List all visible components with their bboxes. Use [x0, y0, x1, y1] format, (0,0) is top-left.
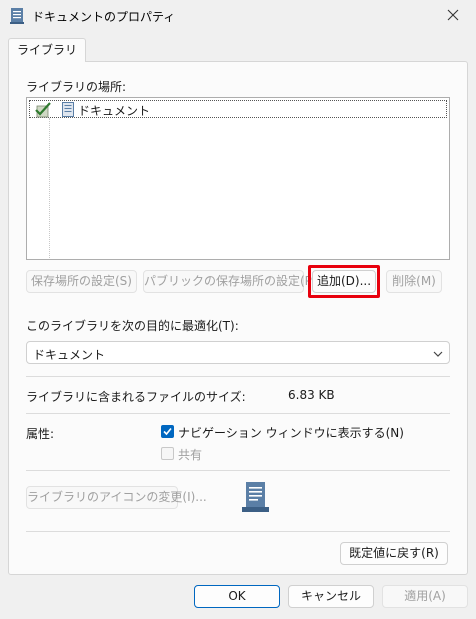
divider [26, 376, 450, 377]
shared-label: 共有 [178, 448, 203, 462]
tree-guide-line [49, 118, 50, 258]
document-library-icon [10, 8, 24, 24]
set-public-save-location-button[interactable]: パブリックの保存場所の設定(P) [143, 270, 317, 293]
checkmark-icon [163, 427, 172, 436]
library-size-label: ライブラリに含まれるファイルのサイズ: [26, 390, 246, 404]
list-item[interactable]: ドキュメント [29, 100, 447, 118]
document-folder-icon [62, 102, 74, 117]
set-save-location-button[interactable]: 保存場所の設定(S) [26, 270, 137, 293]
title-bar: ドキュメントのプロパティ [0, 0, 476, 32]
default-save-location-check-icon [34, 101, 52, 119]
optimize-label: このライブラリを次の目的に最適化(T): [26, 319, 239, 333]
properties-window: ドキュメントのプロパティ ライブラリ ライブラリの場所: ドキュメント 保存場所… [0, 0, 476, 619]
divider [26, 470, 450, 471]
library-locations-list[interactable]: ドキュメント [26, 97, 450, 260]
remove-location-button[interactable]: 削除(M) [386, 270, 442, 293]
list-item-label: ドキュメント [78, 104, 151, 118]
highlight-frame [308, 265, 380, 298]
window-title: ドキュメントのプロパティ [32, 10, 176, 24]
library-locations-label: ライブラリの場所: [26, 80, 127, 94]
library-size-value: 6.83 KB [288, 388, 335, 402]
divider [26, 413, 450, 414]
show-in-navigation-label[interactable]: ナビゲーション ウィンドウに表示する(N) [178, 424, 404, 441]
close-icon [447, 9, 459, 24]
change-library-icon-button[interactable]: ライブラリのアイコンの変更(I)... [26, 486, 207, 509]
divider [26, 531, 450, 532]
shared-checkbox[interactable] [161, 447, 174, 460]
close-button[interactable] [430, 0, 476, 32]
show-in-navigation-checkbox[interactable] [161, 425, 174, 438]
cancel-button[interactable]: キャンセル [288, 585, 374, 608]
library-icon-preview [242, 482, 269, 512]
tab-library[interactable]: ライブラリ [8, 38, 87, 62]
chevron-down-icon [433, 348, 443, 358]
restore-defaults-button[interactable]: 既定値に戻す(R) [340, 542, 448, 565]
apply-button[interactable]: 適用(A) [382, 585, 468, 608]
attributes-label: 属性: [26, 427, 55, 441]
ok-button[interactable]: OK [194, 585, 280, 608]
optimize-dropdown[interactable]: ドキュメント [26, 341, 450, 364]
optimize-selected-value: ドキュメント [33, 348, 106, 362]
